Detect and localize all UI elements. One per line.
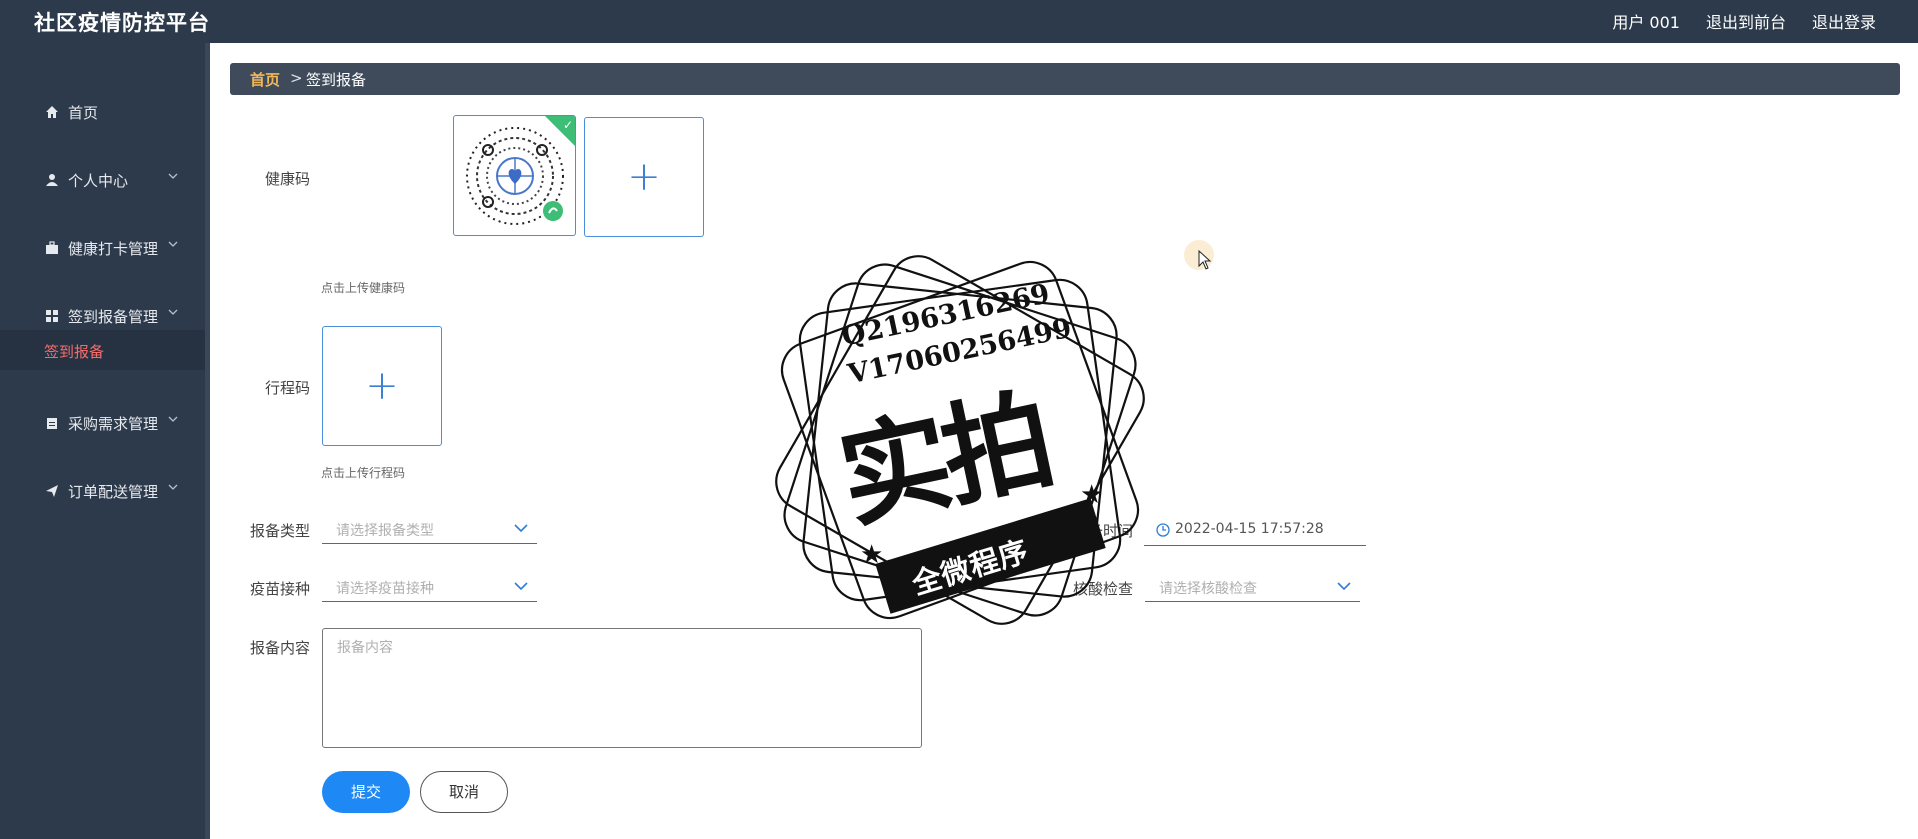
clipboard-icon (47, 418, 57, 429)
health-code-upload-button[interactable]: + (584, 117, 704, 237)
app-title: 社区疫情防控平台 (34, 10, 210, 35)
user-icon (46, 174, 58, 186)
report-type-label: 报备类型 (249, 522, 310, 540)
nucleic-select[interactable]: 请选择核酸检查 (1145, 572, 1360, 602)
chevron-down-icon (168, 309, 178, 315)
sidebar: 首页 个人中心 健康打卡管理 签到报备管理 签到报备 采购需求管理 订单配送管理 (0, 43, 205, 839)
health-code-thumbnail[interactable]: ✓ (453, 115, 576, 236)
upload-success-badge: ✓ (545, 116, 575, 146)
chevron-down-icon (168, 241, 178, 247)
content-textarea[interactable]: 报备内容 (322, 628, 922, 748)
health-code-hint: 点击上传健康码 (321, 281, 406, 295)
breadcrumb: 首页 > 签到报备 (230, 63, 1900, 95)
grid-icon (46, 310, 58, 322)
sidebar-item-label: 个人中心 (68, 172, 129, 190)
plus-icon: + (627, 154, 661, 200)
chevron-down-icon (168, 416, 178, 422)
chevron-down-icon (514, 582, 528, 591)
content-label: 报备内容 (249, 639, 310, 657)
sidebar-divider (205, 43, 210, 839)
sidebar-item-label: 签到报备管理 (68, 308, 159, 326)
top-bar-actions: 用户 001 退出到前台 退出登录 (1612, 9, 1876, 33)
exit-to-front-link[interactable]: 退出到前台 (1706, 9, 1786, 33)
sidebar-subitem-checkin[interactable]: 签到报备 (0, 330, 205, 370)
chevron-down-icon (514, 524, 528, 533)
star-icon: ★ (1080, 480, 1104, 510)
chevron-down-icon (168, 484, 178, 490)
content-placeholder: 报备内容 (337, 640, 393, 656)
check-icon: ✓ (562, 118, 573, 132)
plus-icon: + (365, 363, 399, 409)
breadcrumb-current: 签到报备 (306, 71, 367, 89)
vaccine-label: 疫苗接种 (249, 580, 310, 598)
current-user: 用户 001 (1612, 13, 1680, 32)
sidebar-item-health-checkin[interactable]: 健康打卡管理 (0, 225, 205, 273)
report-time-value: 2022-04-15 17:57:28 (1175, 521, 1324, 537)
send-icon (46, 485, 58, 497)
sidebar-item-label: 订单配送管理 (68, 483, 159, 501)
vaccine-placeholder: 请选择疫苗接种 (336, 581, 434, 597)
sidebar-item-label: 首页 (68, 104, 99, 122)
chevron-down-icon (168, 173, 178, 179)
sidebar-item-label: 采购需求管理 (68, 415, 159, 433)
trip-code-upload-button[interactable]: + (322, 326, 442, 446)
report-type-placeholder: 请选择报备类型 (336, 523, 434, 539)
sidebar-item-purchase[interactable]: 采购需求管理 (0, 400, 205, 448)
trip-code-hint: 点击上传行程码 (321, 466, 406, 480)
submit-button[interactable]: 提交 (322, 771, 410, 813)
cancel-button[interactable]: 取消 (420, 771, 508, 813)
watermark-stamp: Q2196316269 V17060256499 实拍 全微程序 ★ ★ (760, 240, 1160, 640)
star-icon: ★ (860, 540, 884, 570)
sidebar-item-home[interactable]: 首页 (0, 89, 205, 137)
breadcrumb-home[interactable]: 首页 (250, 69, 280, 90)
trip-code-label: 行程码 (264, 379, 310, 397)
report-time-field[interactable]: 2022-04-15 17:57:28 (1144, 515, 1366, 546)
mouse-pointer-icon (1198, 250, 1212, 270)
logout-link[interactable]: 退出登录 (1812, 9, 1876, 33)
vaccine-select[interactable]: 请选择疫苗接种 (322, 572, 537, 602)
nucleic-placeholder: 请选择核酸检查 (1159, 581, 1257, 597)
sidebar-item-label: 健康打卡管理 (68, 240, 159, 258)
sidebar-item-order-delivery[interactable]: 订单配送管理 (0, 468, 205, 516)
briefcase-icon (46, 241, 58, 254)
health-code-label: 健康码 (264, 170, 310, 188)
sidebar-subitem-label: 签到报备 (44, 343, 105, 361)
sidebar-item-personal-center[interactable]: 个人中心 (0, 157, 205, 205)
breadcrumb-separator: > (290, 69, 303, 87)
chevron-down-icon (1337, 582, 1351, 591)
top-bar: 社区疫情防控平台 用户 001 退出到前台 退出登录 (0, 0, 1918, 43)
home-icon (46, 106, 58, 118)
report-type-select[interactable]: 请选择报备类型 (322, 514, 537, 544)
